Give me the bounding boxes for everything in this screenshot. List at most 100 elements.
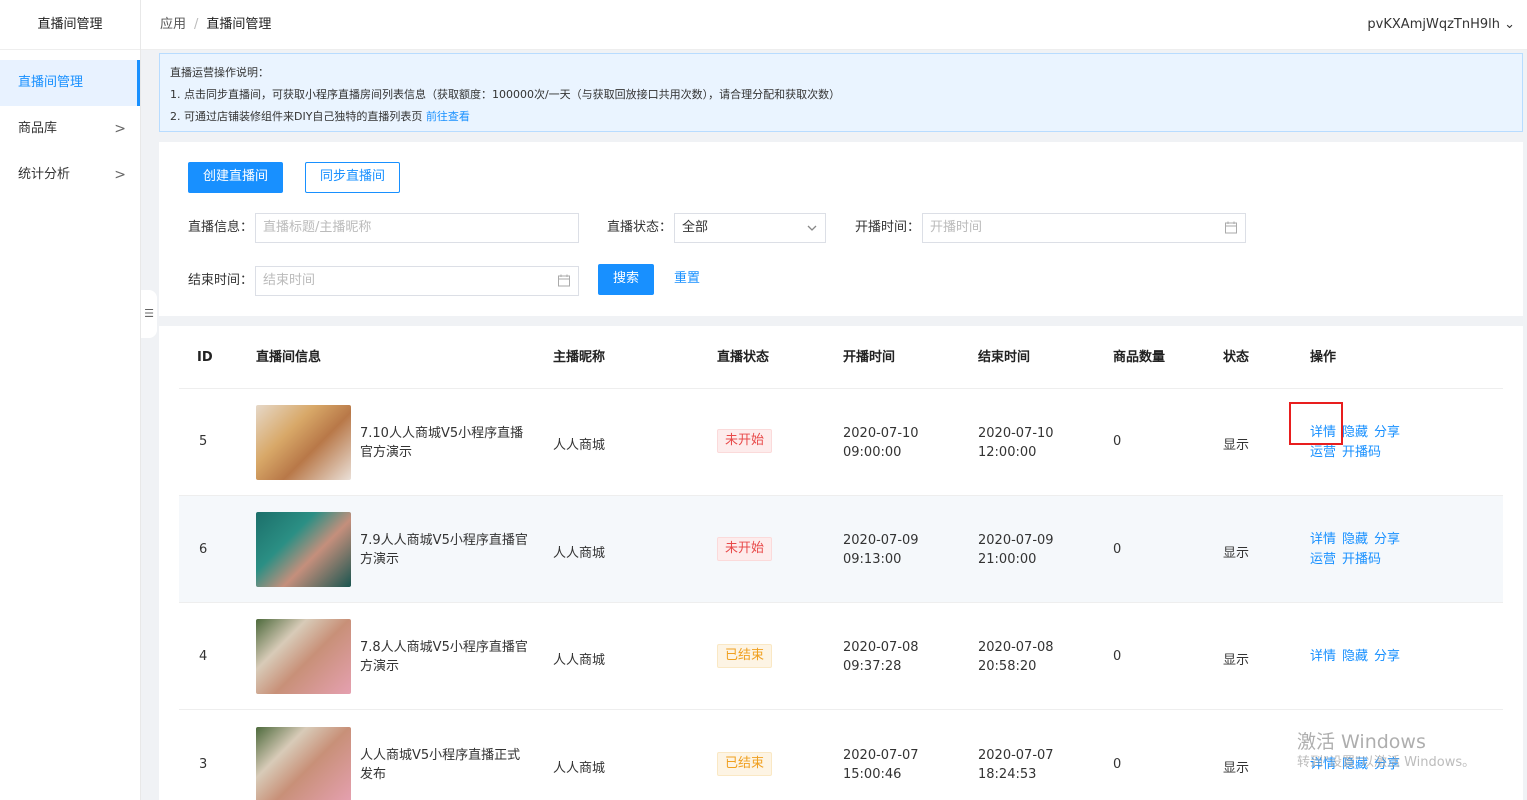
- status-badge: 未开始: [717, 429, 773, 453]
- detail-link[interactable]: 详情: [1310, 425, 1336, 440]
- live-cover-image: [256, 512, 351, 587]
- hide-link[interactable]: 隐藏: [1342, 649, 1368, 664]
- status-badge: 未开始: [717, 537, 773, 561]
- row-id: 3: [199, 757, 208, 772]
- anchor-name: 人人商城: [553, 761, 606, 776]
- sidebar-title: 直播间管理: [0, 0, 140, 50]
- live-title: 人人商城V5小程序直播正式发布: [360, 748, 521, 782]
- share-link[interactable]: 分享: [1374, 425, 1400, 440]
- calendar-icon: [558, 267, 570, 306]
- live-info-input[interactable]: 直播标题/主播昵称: [255, 213, 579, 243]
- reset-button[interactable]: 重置: [674, 264, 700, 294]
- stream-code-link[interactable]: 开播码: [1342, 552, 1381, 567]
- column-header-id: ID: [197, 350, 213, 365]
- end-clock: 18:24:53: [978, 767, 1037, 782]
- live-title: 7.10人人商城V5小程序直播官方演示: [360, 426, 524, 460]
- sidebar-item-statistics[interactable]: 统计分析 >: [0, 152, 140, 198]
- share-link[interactable]: 分享: [1374, 649, 1400, 664]
- operate-link[interactable]: 运营: [1310, 552, 1336, 567]
- column-header-start-time: 开播时间: [843, 350, 896, 365]
- end-date: 2020-07-10: [978, 426, 1054, 441]
- start-clock: 15:00:46: [843, 767, 902, 782]
- start-time-picker[interactable]: 开播时间: [922, 213, 1246, 243]
- notice-line-1: 1. 点击同步直播间，可获取小程序直播房间列表信息（获取额度：100000次/一…: [170, 88, 841, 101]
- search-button[interactable]: 搜索: [598, 264, 655, 295]
- view-link[interactable]: 前往查看: [426, 110, 470, 123]
- display-state: 显示: [1223, 438, 1250, 453]
- end-date: 2020-07-08: [978, 640, 1054, 655]
- end-time: 2020-07-09 21:00:00: [978, 531, 1054, 569]
- anchor-name: 人人商城: [553, 653, 606, 668]
- column-header-live-status: 直播状态: [717, 350, 770, 365]
- display-state: 显示: [1223, 761, 1250, 776]
- start-time-label: 开播时间：: [855, 220, 921, 235]
- user-menu[interactable]: pvKXAmjWqzTnH9lh ⌄: [1367, 0, 1515, 50]
- operation-notice: 直播运营操作说明： 1. 点击同步直播间，可获取小程序直播房间列表信息（获取额度…: [159, 53, 1523, 132]
- stream-code-link[interactable]: 开播码: [1342, 445, 1381, 460]
- end-clock: 21:00:00: [978, 552, 1037, 567]
- display-state: 显示: [1223, 546, 1250, 561]
- live-info-label: 直播信息：: [188, 220, 254, 235]
- end-time-label: 结束时间：: [188, 273, 254, 288]
- end-clock: 12:00:00: [978, 445, 1037, 460]
- live-cover-image: [256, 405, 351, 480]
- anchor-name: 人人商城: [553, 438, 606, 453]
- display-state: 显示: [1223, 653, 1250, 668]
- column-header-state: 状态: [1223, 350, 1250, 365]
- sidebar-item-label: 直播间管理: [18, 75, 84, 90]
- menu-icon: ☰: [144, 307, 154, 320]
- row-id: 6: [199, 542, 208, 557]
- detail-link[interactable]: 详情: [1310, 532, 1336, 547]
- hide-link[interactable]: 隐藏: [1342, 425, 1368, 440]
- windows-activation-watermark-subtitle: 转到"设置"以激活 Windows。: [1297, 755, 1476, 770]
- end-date: 2020-07-09: [978, 533, 1054, 548]
- start-clock: 09:13:00: [843, 552, 902, 567]
- filter-panel: 创建直播间 同步直播间 直播信息： 直播标题/主播昵称 直播状态： 全部 开播时…: [159, 142, 1523, 316]
- start-date: 2020-07-08: [843, 640, 919, 655]
- detail-link[interactable]: 详情: [1310, 649, 1336, 664]
- chevron-right-icon: >: [114, 121, 126, 137]
- end-time: 2020-07-07 18:24:53: [978, 746, 1054, 784]
- live-status-value: 全部: [682, 220, 709, 235]
- end-time-placeholder: 结束时间: [263, 273, 316, 288]
- column-header-anchor: 主播昵称: [553, 350, 606, 365]
- row-actions: 详情 隐藏 分享 运营 开播码: [1310, 530, 1406, 570]
- create-live-room-button[interactable]: 创建直播间: [188, 162, 284, 193]
- status-badge: 已结束: [717, 752, 773, 776]
- live-title: 7.9人人商城V5小程序直播官方演示: [360, 533, 528, 567]
- sidebar-collapse-toggle[interactable]: ☰: [141, 290, 157, 338]
- windows-activation-watermark-title: 激活 Windows: [1297, 731, 1426, 753]
- breadcrumb: 应用 / 直播间管理: [160, 0, 271, 50]
- sidebar-item-products[interactable]: 商品库 >: [0, 106, 140, 152]
- start-time: 2020-07-07 15:00:46: [843, 746, 919, 784]
- sidebar-item-live-rooms[interactable]: 直播间管理: [0, 60, 140, 106]
- start-date: 2020-07-10: [843, 426, 919, 441]
- sidebar-item-label: 商品库: [18, 121, 58, 136]
- chevron-down-icon: [807, 214, 817, 253]
- goods-count: 0: [1113, 542, 1122, 557]
- end-time-picker[interactable]: 结束时间: [255, 266, 579, 296]
- operate-link[interactable]: 运营: [1310, 445, 1336, 460]
- sidebar-item-label: 统计分析: [18, 167, 71, 182]
- sync-live-room-button[interactable]: 同步直播间: [305, 162, 401, 193]
- sidebar: 直播间管理 直播间管理 商品库 > 统计分析 >: [0, 0, 141, 800]
- live-status-select[interactable]: 全部: [674, 213, 826, 243]
- column-header-ops: 操作: [1310, 350, 1337, 365]
- goods-count: 0: [1113, 649, 1122, 664]
- breadcrumb-current: 直播间管理: [206, 17, 272, 32]
- start-clock: 09:37:28: [843, 659, 902, 674]
- live-title: 7.8人人商城V5小程序直播官方演示: [360, 640, 528, 674]
- anchor-name: 人人商城: [553, 546, 606, 561]
- table-row: 4 7.8人人商城V5小程序直播官方演示 人人商城 已结束 2020-07-08…: [179, 603, 1503, 710]
- column-header-goods-count: 商品数量: [1113, 350, 1166, 365]
- status-badge: 已结束: [717, 644, 773, 668]
- start-date: 2020-07-09: [843, 533, 919, 548]
- table-header: ID 直播间信息 主播昵称 直播状态 开播时间 结束时间 商品数量 状态 操作: [179, 326, 1503, 389]
- start-time: 2020-07-10 09:00:00: [843, 424, 919, 462]
- calendar-icon: [1225, 214, 1237, 253]
- notice-line-2-text: 2. 可通过店铺装修组件来DIY自己独特的直播列表页: [170, 110, 423, 123]
- hide-link[interactable]: 隐藏: [1342, 532, 1368, 547]
- breadcrumb-root[interactable]: 应用: [160, 17, 186, 32]
- live-cover-image: [256, 619, 351, 694]
- share-link[interactable]: 分享: [1374, 532, 1400, 547]
